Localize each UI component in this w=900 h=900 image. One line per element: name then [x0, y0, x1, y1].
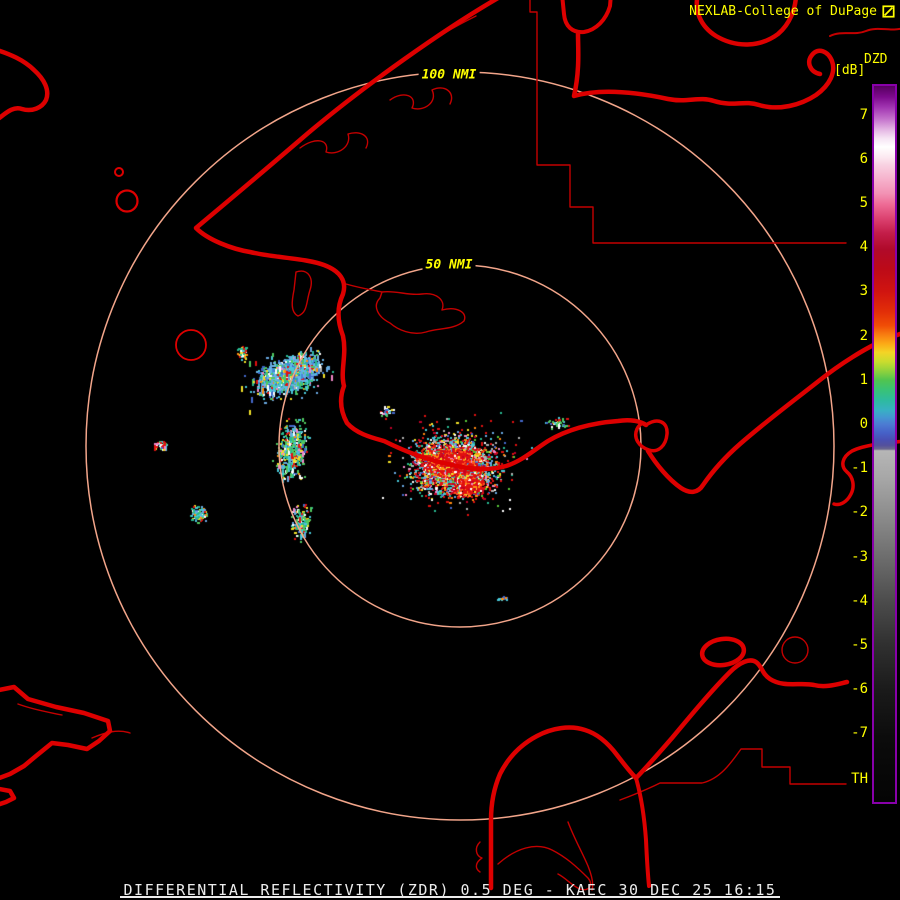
colorbar-tick--4: -4 — [851, 592, 868, 609]
island-blob-topleft — [0, 48, 50, 121]
colorbar-tick--6: -6 — [851, 681, 868, 698]
lagoon-outline-large — [345, 283, 466, 334]
coastline-southeast — [633, 658, 850, 781]
header: NEXLAB-College of DuPage — [689, 4, 895, 19]
colorbar-tick--7: -7 — [851, 725, 868, 742]
colorbar-threshold-label: TH — [851, 771, 868, 787]
bay-dome-south-fork — [634, 776, 651, 888]
bay-dome-outline — [488, 725, 639, 891]
colorbar-tick-1: 1 — [859, 371, 868, 388]
small-circle-west-1 — [114, 167, 124, 177]
circle-ring-west — [175, 329, 207, 361]
map-overlay — [0, 0, 900, 891]
radar-display: 100 NMI 50 NMI NEXLAB-College of DuPage … — [0, 0, 900, 900]
colorbar-tick--5: -5 — [851, 637, 868, 653]
site-title-text: NEXLAB-College of DuPage — [689, 4, 877, 19]
lake-circle-southeast — [781, 636, 809, 664]
colorbar-tick-3: 3 — [859, 283, 868, 300]
river-detail-3 — [475, 841, 483, 873]
lagoon-outline-small — [291, 270, 312, 317]
colorbar — [872, 84, 897, 804]
range-ring-100nmi — [85, 71, 835, 821]
coastline-topright — [571, 31, 836, 110]
coast-detail-topright-corner — [829, 27, 900, 37]
colorbar-tick-5: 5 — [859, 195, 868, 211]
colorbar-tick-7: 7 — [859, 106, 868, 123]
colorbar-product-label: DZD — [864, 52, 888, 67]
colorbar-tick--3: -3 — [851, 548, 868, 565]
range-ring-50nmi — [278, 264, 642, 628]
colorbar-tick--1: -1 — [851, 460, 868, 477]
range-ring-label-100nmi: 100 NMI — [418, 67, 480, 83]
colorbar-tick-6: 6 — [859, 150, 868, 167]
colorbar-tick-2: 2 — [859, 327, 868, 344]
colorbar-units-label: [dB] — [834, 63, 866, 78]
range-ring-label-50nmi: 50 NMI — [422, 257, 476, 273]
barrier-island-detail-2 — [389, 87, 453, 110]
small-circle-west-2 — [115, 189, 139, 213]
colorbar-tick-0: 0 — [859, 416, 868, 432]
college-of-dupage-logo-icon — [882, 5, 895, 18]
colorbar-tick--2: -2 — [851, 504, 868, 521]
caption-underline — [120, 896, 780, 898]
barrier-island-detail-1 — [299, 132, 369, 154]
colorbar-tick-4: 4 — [859, 239, 868, 256]
coastline-top-inlet-1 — [560, 0, 613, 35]
landmass-southwest — [0, 684, 113, 807]
